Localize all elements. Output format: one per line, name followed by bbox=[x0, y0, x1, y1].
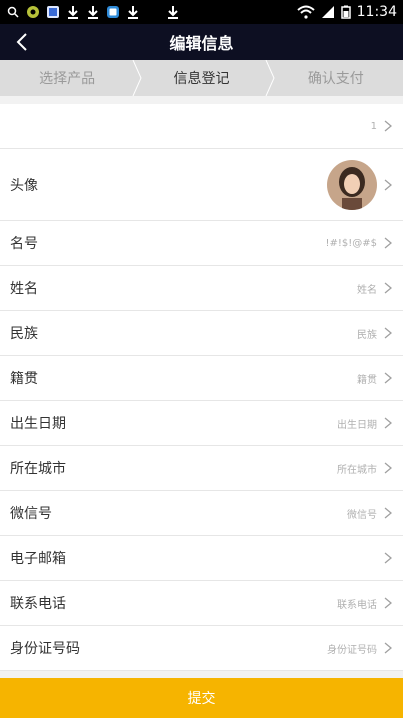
signal-icon bbox=[321, 5, 335, 19]
row-label: 姓名 bbox=[10, 281, 38, 297]
avatar[interactable] bbox=[327, 159, 377, 210]
row-placeholder: 民族 bbox=[357, 329, 377, 341]
row-value-wrap: 民族 bbox=[357, 326, 393, 341]
chevron-right-icon bbox=[383, 119, 393, 133]
step-select-product: 选择产品 bbox=[39, 71, 96, 87]
row-label: 头像 bbox=[10, 177, 38, 194]
row-placeholder: 出生日期 bbox=[337, 419, 377, 431]
progress-steps: 选择产品 信息登记 确认支付 bbox=[0, 60, 403, 96]
chevron-right-icon bbox=[383, 371, 393, 385]
row-avatar[interactable]: 头像 bbox=[0, 149, 403, 221]
row-birthdate[interactable]: 出生日期 出生日期 bbox=[0, 401, 403, 446]
battery-icon bbox=[340, 5, 351, 19]
page-title: 编辑信息 bbox=[169, 34, 234, 53]
row-value-wrap: 姓名 bbox=[357, 281, 393, 296]
row-value-wrap: 微信号 bbox=[347, 506, 393, 521]
row-label: 所在城市 bbox=[10, 461, 66, 477]
chevron-right-icon bbox=[383, 551, 393, 565]
chevron-right-icon bbox=[383, 326, 393, 340]
row-wechat[interactable]: 微信号 微信号 bbox=[0, 491, 403, 536]
row-label: 民族 bbox=[10, 326, 38, 342]
row-placeholder: 籍贯 bbox=[357, 374, 377, 386]
row-label: 电子邮箱 bbox=[10, 551, 66, 567]
row-value-wrap bbox=[377, 551, 393, 565]
status-time: 11:34 bbox=[356, 4, 397, 20]
chevron-left-icon bbox=[16, 33, 27, 51]
row-value-wrap bbox=[327, 159, 393, 210]
row-email[interactable]: 电子邮箱 bbox=[0, 536, 403, 581]
step-confirm-payment: 确认支付 bbox=[307, 71, 364, 87]
submit-button[interactable]: 提交 bbox=[0, 678, 403, 718]
app-icon bbox=[26, 5, 40, 19]
row-value: !#!$!@#$ bbox=[325, 237, 377, 249]
chevron-right-icon bbox=[383, 596, 393, 610]
row-placeholder: 身份证号码 bbox=[327, 644, 377, 656]
download-icon bbox=[126, 5, 140, 19]
row-unlabeled[interactable]: 1 bbox=[0, 104, 403, 149]
step-info-registration: 信息登记 bbox=[173, 71, 230, 87]
chevron-right-icon bbox=[383, 461, 393, 475]
row-phone[interactable]: 联系电话 联系电话 bbox=[0, 581, 403, 626]
download-icon bbox=[86, 5, 100, 19]
row-nickname[interactable]: 名号 !#!$!@#$ bbox=[0, 221, 403, 266]
chevron-right-icon bbox=[383, 506, 393, 520]
row-label: 微信号 bbox=[10, 506, 52, 522]
step-divider-icon bbox=[132, 60, 142, 96]
chevron-right-icon bbox=[383, 641, 393, 655]
title-bar: 编辑信息 bbox=[0, 24, 403, 60]
step-divider-icon bbox=[265, 60, 275, 96]
search-icon bbox=[6, 5, 20, 19]
row-value-wrap: 联系电话 bbox=[337, 596, 393, 611]
row-label: 名号 bbox=[10, 236, 38, 252]
back-button[interactable] bbox=[8, 28, 36, 56]
row-value-wrap: 身份证号码 bbox=[327, 641, 393, 656]
row-placeholder: 姓名 bbox=[357, 284, 377, 296]
row-value-wrap: !#!$!@#$ bbox=[325, 236, 393, 250]
status-icons-left bbox=[6, 5, 180, 19]
status-icons-right: 11:34 bbox=[296, 4, 397, 20]
chevron-right-icon bbox=[383, 281, 393, 295]
row-value-wrap: 出生日期 bbox=[337, 416, 393, 431]
row-value: 1 bbox=[370, 120, 377, 132]
chevron-right-icon bbox=[383, 178, 393, 192]
download-icon bbox=[66, 5, 80, 19]
chevron-right-icon bbox=[383, 236, 393, 250]
row-placeholder: 联系电话 bbox=[337, 599, 377, 611]
wifi-icon bbox=[296, 5, 315, 19]
row-label: 出生日期 bbox=[10, 416, 66, 432]
row-label: 籍贯 bbox=[10, 371, 38, 387]
row-label: 身份证号码 bbox=[10, 641, 80, 657]
browser-icon bbox=[106, 5, 120, 19]
row-ethnicity[interactable]: 民族 民族 bbox=[0, 311, 403, 356]
gallery-icon bbox=[46, 5, 60, 19]
row-placeholder: 微信号 bbox=[347, 509, 377, 521]
row-id-number[interactable]: 身份证号码 身份证号码 bbox=[0, 626, 403, 671]
row-value-wrap: 所在城市 bbox=[337, 461, 393, 476]
row-value-wrap: 1 bbox=[371, 119, 393, 133]
row-placeholder: 所在城市 bbox=[337, 464, 377, 476]
row-name[interactable]: 姓名 姓名 bbox=[0, 266, 403, 311]
chevron-right-icon bbox=[383, 416, 393, 430]
section-gap bbox=[0, 96, 403, 104]
row-value-wrap: 籍贯 bbox=[357, 371, 393, 386]
row-label: 联系电话 bbox=[10, 596, 66, 612]
info-form: 1 头像 名号 !#!$!@#$ 姓名 姓名 民族 民族 籍贯 籍贯 出生日期 … bbox=[0, 104, 403, 671]
row-city[interactable]: 所在城市 所在城市 bbox=[0, 446, 403, 491]
download-icon bbox=[166, 5, 180, 19]
status-bar: 11:34 bbox=[0, 0, 403, 24]
row-native-place[interactable]: 籍贯 籍贯 bbox=[0, 356, 403, 401]
